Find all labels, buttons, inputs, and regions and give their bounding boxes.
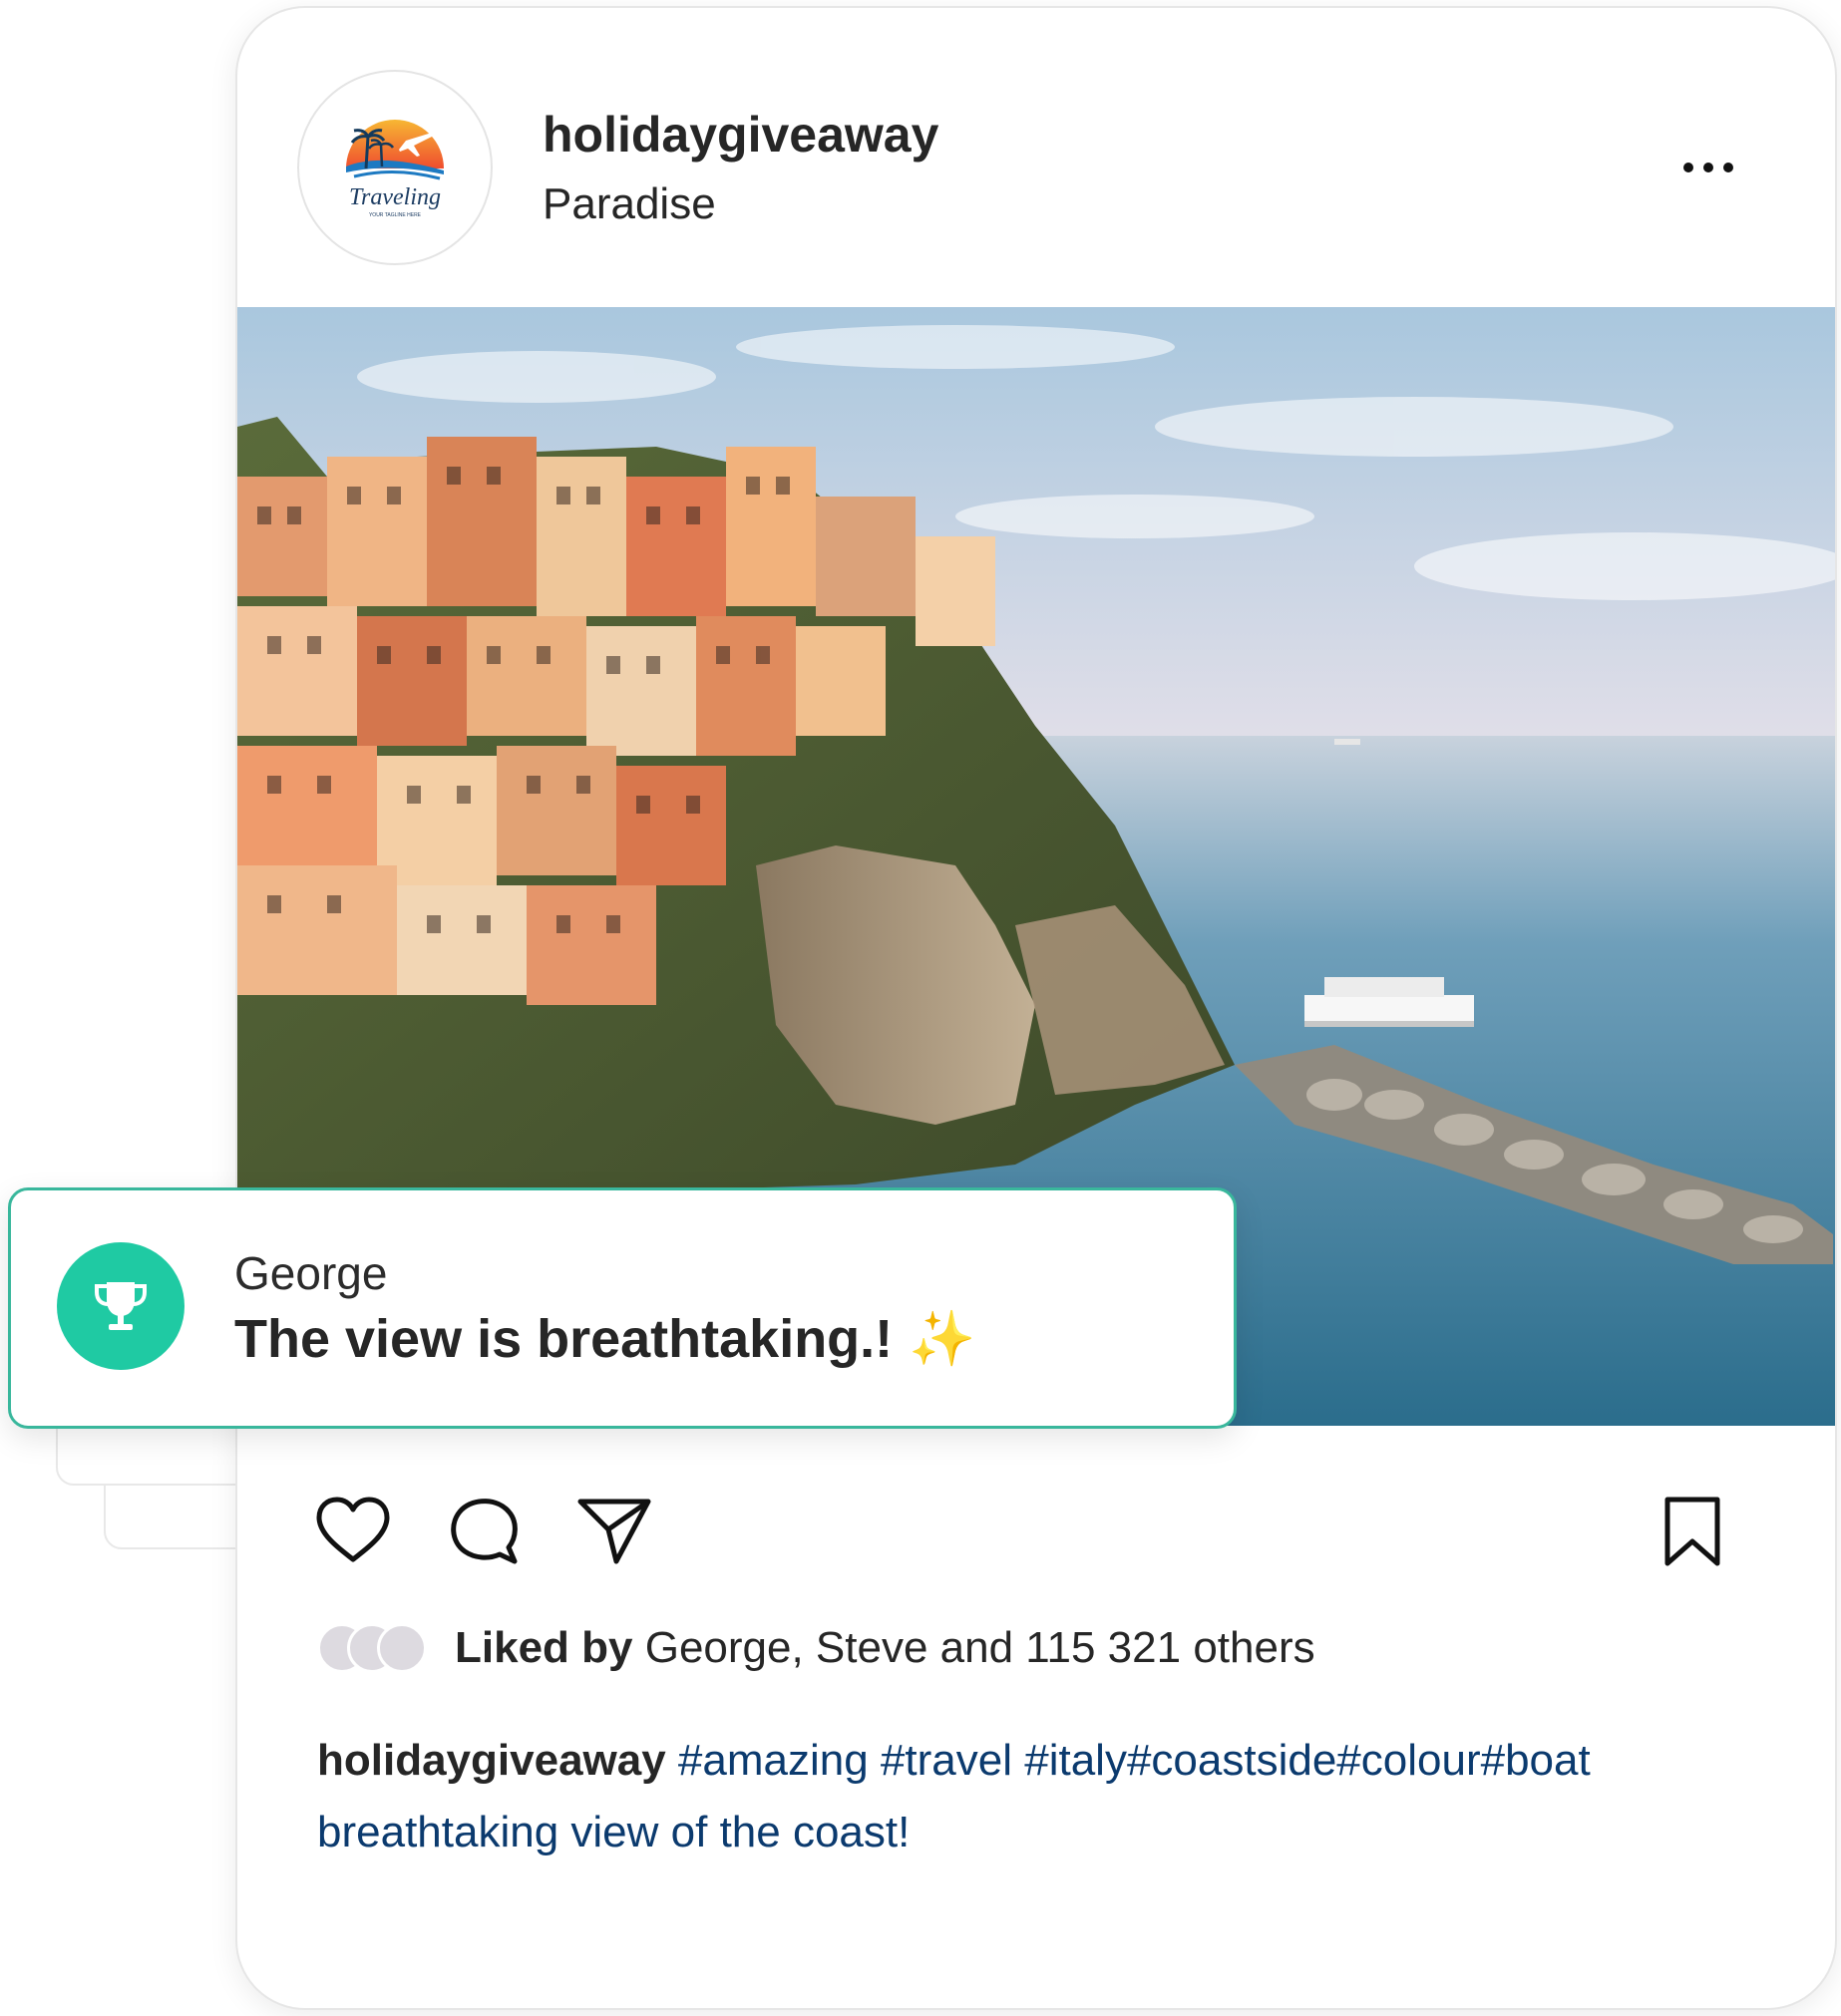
notification-message: The view is breathtaking.! — [234, 1309, 894, 1369]
post-caption: holidaygiveaway #amazing #travel #italy#… — [317, 1725, 1763, 1868]
svg-text:YOUR TAGLINE HERE: YOUR TAGLINE HERE — [369, 212, 422, 218]
paper-plane-icon[interactable] — [574, 1494, 654, 1567]
likes-text[interactable]: George, Steve and 115 321 others — [633, 1623, 1315, 1673]
caption-hashtags[interactable]: #amazing #travel #italy#coastside#colour… — [666, 1736, 1591, 1785]
trophy-badge — [57, 1242, 184, 1370]
more-dot — [1703, 163, 1713, 172]
svg-text:Traveling: Traveling — [349, 184, 441, 210]
likes-prefix: Liked by — [455, 1623, 633, 1672]
distant-boat — [1334, 739, 1360, 745]
trophy-icon — [95, 1282, 147, 1330]
more-horizontal-icon — [1683, 163, 1693, 172]
liker-avatars — [317, 1623, 427, 1673]
post-location[interactable]: Paradise — [543, 179, 716, 229]
comment-notification[interactable]: George The view is breathtaking.! ✨ — [8, 1187, 1237, 1429]
caption-text: breathtaking view of the coast! — [317, 1808, 911, 1856]
avatar[interactable]: Traveling YOUR TAGLINE HERE — [297, 70, 493, 265]
more-options-button[interactable] — [1663, 148, 1753, 187]
likes-row: Liked by George, Steve and 115 321 other… — [317, 1618, 1315, 1678]
post-card: Traveling YOUR TAGLINE HERE holidaygivea… — [235, 6, 1837, 2010]
traveling-logo: Traveling YOUR TAGLINE HERE — [346, 120, 444, 218]
bookmark-icon[interactable] — [1659, 1494, 1725, 1571]
post-username[interactable]: holidaygiveaway — [543, 106, 938, 164]
notification-name: George — [234, 1247, 388, 1299]
comment-bubble-icon[interactable] — [447, 1494, 521, 1567]
liker-avatar — [377, 1623, 427, 1673]
more-dot — [1723, 163, 1733, 172]
heart-icon[interactable] — [313, 1494, 393, 1567]
notification-message-row: The view is breathtaking.! ✨ — [234, 1308, 975, 1371]
caption-username[interactable]: holidaygiveaway — [317, 1736, 666, 1785]
sparkles-icon: ✨ — [909, 1309, 976, 1369]
